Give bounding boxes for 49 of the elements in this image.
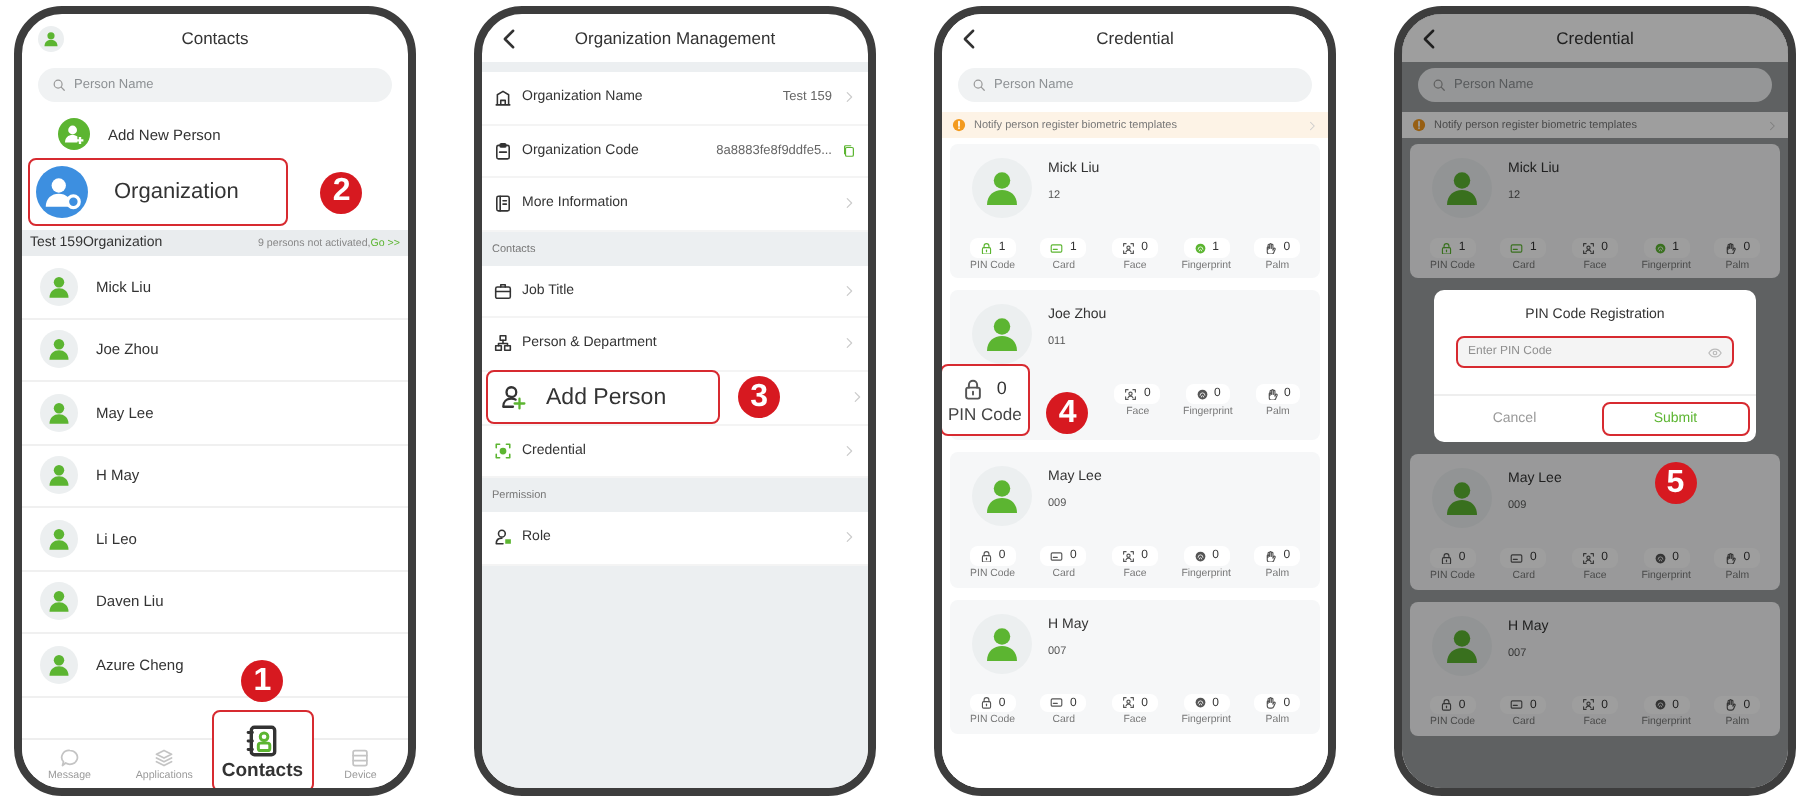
person-add-icon bbox=[58, 118, 90, 150]
avatar-icon bbox=[40, 645, 78, 684]
avatar-icon bbox=[40, 519, 78, 558]
chevron-icon bbox=[1306, 119, 1318, 131]
document-icon bbox=[494, 194, 512, 213]
avatar-icon bbox=[38, 25, 64, 51]
hierarchy-icon bbox=[494, 334, 512, 353]
avatar-icon bbox=[40, 267, 78, 306]
organization-item[interactable]: Organization bbox=[28, 158, 289, 226]
contact-book-icon bbox=[245, 724, 280, 758]
clipboard-icon bbox=[494, 141, 512, 160]
building-icon bbox=[494, 88, 512, 107]
avatar-icon bbox=[1432, 615, 1492, 676]
menu-item[interactable]: Add Person bbox=[486, 370, 721, 424]
step-number: 1 bbox=[241, 660, 284, 702]
screen-title: Credential bbox=[1554, 28, 1636, 48]
count-text: 0 bbox=[996, 378, 1007, 399]
warning-icon bbox=[952, 118, 966, 132]
back-icon bbox=[958, 27, 980, 49]
chat-icon bbox=[59, 748, 80, 768]
scan-icon bbox=[494, 441, 512, 460]
avatar-icon bbox=[972, 613, 1032, 674]
stat-label: PIN Code bbox=[948, 406, 1022, 427]
chevron-icon bbox=[1766, 119, 1778, 131]
step-number: 3 bbox=[738, 376, 781, 418]
back-icon bbox=[1418, 27, 1440, 49]
avatar-icon bbox=[1432, 158, 1492, 218]
avatar-icon bbox=[972, 304, 1032, 365]
avatar-icon bbox=[40, 330, 78, 369]
step-number: 2 bbox=[320, 171, 363, 213]
eye-icon bbox=[1708, 346, 1722, 361]
screen-title: Contacts bbox=[179, 28, 251, 48]
tablet-icon bbox=[350, 748, 371, 768]
step-number: 4 bbox=[1046, 392, 1089, 435]
screen-title: Credential bbox=[1094, 28, 1176, 48]
organization-icon bbox=[36, 166, 88, 218]
briefcase-icon bbox=[494, 281, 512, 300]
back-icon bbox=[498, 27, 520, 49]
avatar-icon bbox=[972, 466, 1032, 527]
avatar-icon bbox=[972, 158, 1032, 218]
avatar-icon bbox=[1432, 468, 1492, 529]
screen-title: Organization Management bbox=[572, 28, 778, 48]
person-add-icon bbox=[500, 384, 526, 410]
avatar-icon bbox=[40, 582, 78, 621]
avatar-icon bbox=[40, 393, 78, 432]
person-lock-icon bbox=[494, 528, 512, 547]
warning-icon bbox=[1412, 118, 1426, 132]
avatar-icon bbox=[40, 456, 78, 495]
layers-icon bbox=[154, 748, 175, 768]
